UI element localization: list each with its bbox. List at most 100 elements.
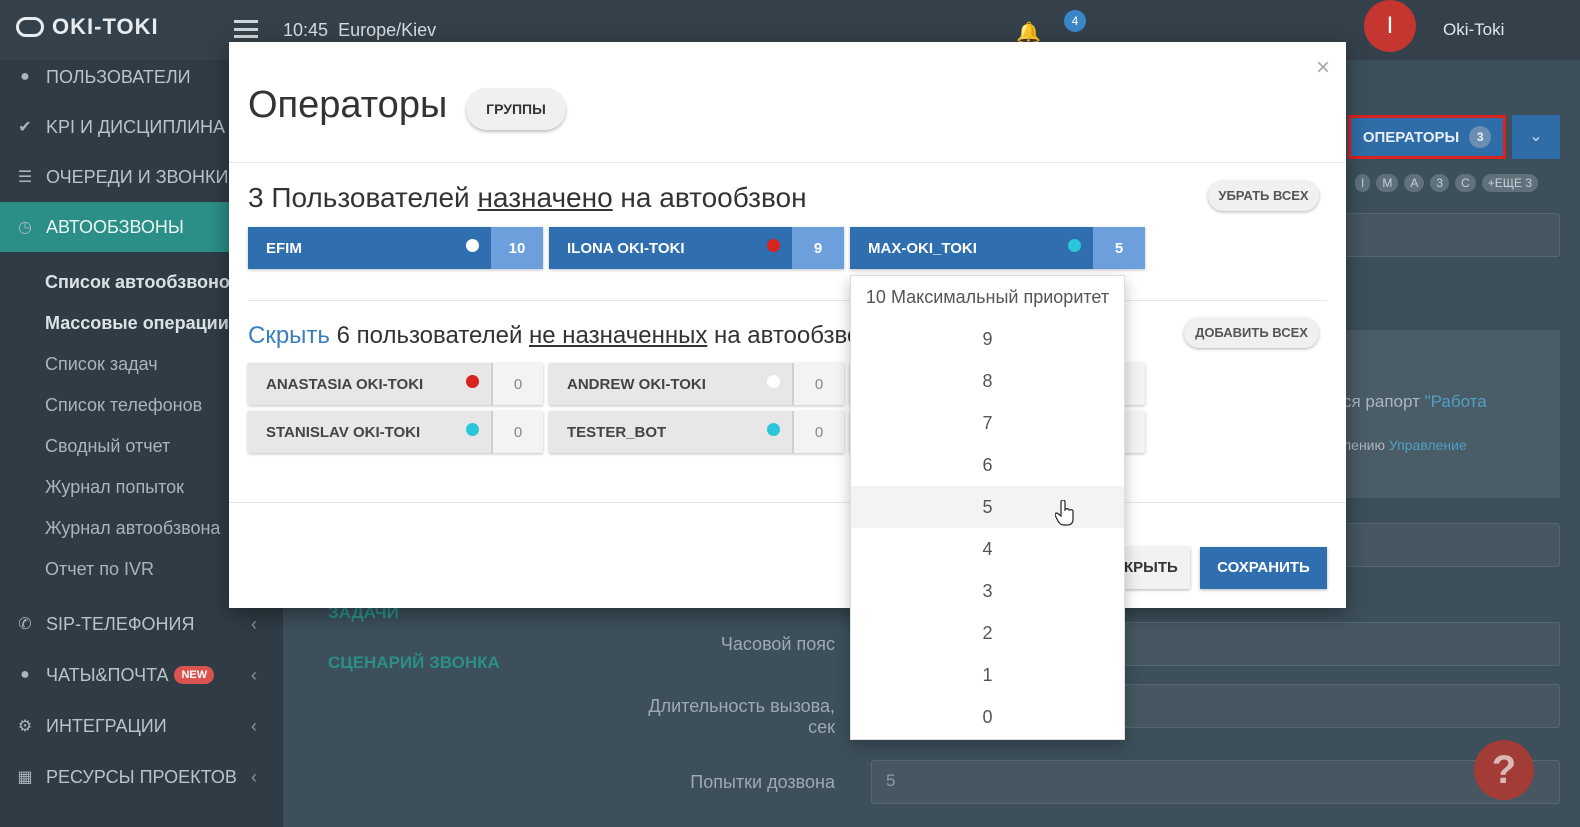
manage-link[interactable]: Управление <box>1389 437 1467 453</box>
sidebar-item-label: ИНТЕГРАЦИИ <box>46 715 167 736</box>
logo-text: OKI-TOKI <box>52 14 159 39</box>
priority-option[interactable]: 10 Максимальный приоритет <box>851 276 1124 318</box>
letter-pill[interactable]: C <box>1455 174 1476 192</box>
menu-icon[interactable] <box>234 20 258 38</box>
duration-label-line1: Длительность вызова, <box>648 696 835 716</box>
operator-name-text: ANASTASIA OKI-TOKI <box>266 375 424 393</box>
priority-option[interactable]: 8 <box>851 360 1124 402</box>
sub-item-attempts-log[interactable]: Журнал попыток <box>45 477 184 498</box>
priority-option-hovered[interactable]: 5 <box>851 486 1124 528</box>
assigned-operator[interactable]: EFIM 10 <box>248 227 543 269</box>
priority-option[interactable]: 6 <box>851 444 1124 486</box>
operator-name: MAX-OKI_TOKI <box>850 227 1093 269</box>
unassigned-operator[interactable]: TESTER_BOT 0 <box>549 411 844 453</box>
chevron-down-icon[interactable]: ⌄ <box>1512 115 1560 159</box>
gear-icon: ⚙ <box>17 718 33 735</box>
priority-select[interactable]: 0 <box>792 363 844 405</box>
priority-option[interactable]: 2 <box>851 612 1124 654</box>
priority-option[interactable]: 0 <box>851 696 1124 738</box>
assigned-operator[interactable]: MAX-OKI_TOKI 5 <box>850 227 1145 269</box>
priority-select[interactable]: 0 <box>491 363 543 405</box>
assigned-link[interactable]: назначено <box>477 182 612 213</box>
info-panel <box>1330 330 1560 498</box>
priority-select[interactable]: 9 <box>792 227 844 269</box>
priority-select[interactable]: 5 <box>1093 227 1145 269</box>
chevron-left-icon: ‹ <box>251 715 257 736</box>
attempts-label: Попытки дозвона <box>690 772 835 792</box>
notification-badge[interactable]: 4 <box>1064 10 1086 32</box>
letter-pill[interactable]: M <box>1376 174 1399 192</box>
save-button[interactable]: СОХРАНИТЬ <box>1200 547 1327 589</box>
sidebar-item-resources[interactable]: ▦ РЕСУРСЫ ПРОЕКТОВ ‹ <box>0 752 283 802</box>
priority-dropdown: 10 Максимальный приоритет 9 8 7 6 5 4 3 … <box>850 275 1125 740</box>
priority-select[interactable]: 10 <box>491 227 543 269</box>
sub-item-ivr-report[interactable]: Отчет по IVR <box>45 559 154 580</box>
report-text-plain: ся рапорт <box>1343 392 1425 411</box>
status-dot <box>466 239 479 252</box>
priority-option[interactable]: 4 <box>851 528 1124 570</box>
letter-pill[interactable]: A <box>1404 174 1425 192</box>
report-link[interactable]: "Работа <box>1425 392 1487 411</box>
close-button[interactable]: КРЫТЬ <box>1120 547 1190 589</box>
sub-item-autodial-log[interactable]: Журнал автообзвона <box>45 518 220 539</box>
operator-name: ANASTASIA OKI-TOKI <box>248 363 491 405</box>
chat-icon: ● <box>20 666 30 683</box>
avatar[interactable]: I <box>1364 0 1416 52</box>
list-icon: ☰ <box>17 169 33 186</box>
sub-item-mass-ops[interactable]: Массовые операции <box>45 313 229 334</box>
chevron-left-icon: ‹ <box>251 766 257 787</box>
sidebar-item-integrations[interactable]: ⚙ ИНТЕГРАЦИИ ‹ <box>0 701 283 751</box>
logo[interactable]: OKI-TOKI <box>16 14 159 40</box>
operator-name-text: ILONA OKI-TOKI <box>567 239 685 257</box>
sub-item-summary[interactable]: Сводный отчет <box>45 436 170 457</box>
priority-option[interactable]: 7 <box>851 402 1124 444</box>
operators-button[interactable]: ОПЕРАТОРЫ 3 <box>1348 115 1506 159</box>
priority-option[interactable]: 3 <box>851 570 1124 612</box>
sidebar-item-label: KPI И ДИСЦИПЛИНА <box>46 116 226 137</box>
help-icon[interactable]: ? <box>1474 740 1534 800</box>
clock: 10:45 Europe/Kiev <box>283 20 436 41</box>
priority-select[interactable]: 0 <box>491 411 543 453</box>
operator-name: ILONA OKI-TOKI <box>549 227 792 269</box>
assigned-operator[interactable]: ILONA OKI-TOKI 9 <box>549 227 844 269</box>
duration-label: Длительность вызова, сек <box>600 696 835 738</box>
priority-option[interactable]: 9 <box>851 318 1124 360</box>
unassigned-operator[interactable]: STANISLAV OKI-TOKI 0 <box>248 411 543 453</box>
phone-icon: ✆ <box>18 616 32 633</box>
sidebar-item-label: ЧАТЫ&ПОЧТА <box>46 664 169 685</box>
groups-button[interactable]: ГРУППЫ <box>466 88 566 130</box>
letter-pill[interactable]: +ЕЩЕ 3 <box>1481 174 1538 192</box>
unassigned-rest: на автообзвон <box>707 322 874 349</box>
add-all-button[interactable]: ДОБАВИТЬ ВСЕХ <box>1184 318 1319 348</box>
assigned-rest: на автообзвон <box>612 182 807 213</box>
operator-name-text: ANDREW OKI-TOKI <box>567 375 706 393</box>
remove-all-button[interactable]: УБРАТЬ ВСЕХ <box>1208 181 1319 211</box>
status-dot <box>466 375 479 388</box>
close-icon[interactable]: × <box>1316 54 1330 82</box>
sidebar-item-chats[interactable]: ● ЧАТЫ&ПОЧТА NEW ‹ <box>0 650 283 700</box>
priority-option[interactable]: 1 <box>851 654 1124 696</box>
sidebar-item-label: SIP-ТЕЛЕФОНИЯ <box>46 613 195 634</box>
sub-item-phones[interactable]: Список телефонов <box>45 395 202 416</box>
unassigned-operator[interactable]: ANDREW OKI-TOKI 0 <box>549 363 844 405</box>
sidebar-item-label: АВТООБЗВОНЫ <box>46 216 184 237</box>
grid-icon: ▦ <box>17 769 33 786</box>
sub-item-autodial-list[interactable]: Список автообзвонов <box>45 272 241 293</box>
letter-pill[interactable]: 3 <box>1430 174 1450 192</box>
hand-cursor-icon <box>1055 500 1074 526</box>
divider <box>229 162 1346 163</box>
letter-pill[interactable]: I <box>1355 174 1371 192</box>
operator-name: EFIM <box>248 227 491 269</box>
priority-select[interactable]: 0 <box>792 411 844 453</box>
sidebar-item-label: ОЧЕРЕДИ И ЗВОНКИ <box>46 166 229 187</box>
sidebar-item-label: ПОЛЬЗОВАТЕЛИ <box>46 66 191 87</box>
unassigned-link[interactable]: не назначенных <box>529 322 707 349</box>
scenario-link[interactable]: СЦЕНАРИЙ ЗВОНКА <box>328 653 500 673</box>
hide-link[interactable]: Скрыть <box>248 322 330 349</box>
attempts-field[interactable]: 5 <box>871 760 1560 804</box>
user-name[interactable]: Oki-Toki <box>1443 20 1504 40</box>
new-badge: NEW <box>174 666 215 684</box>
unassigned-operator[interactable]: ANASTASIA OKI-TOKI 0 <box>248 363 543 405</box>
sub-item-tasks[interactable]: Список задач <box>45 354 158 375</box>
operators-count-badge: 3 <box>1469 126 1492 148</box>
